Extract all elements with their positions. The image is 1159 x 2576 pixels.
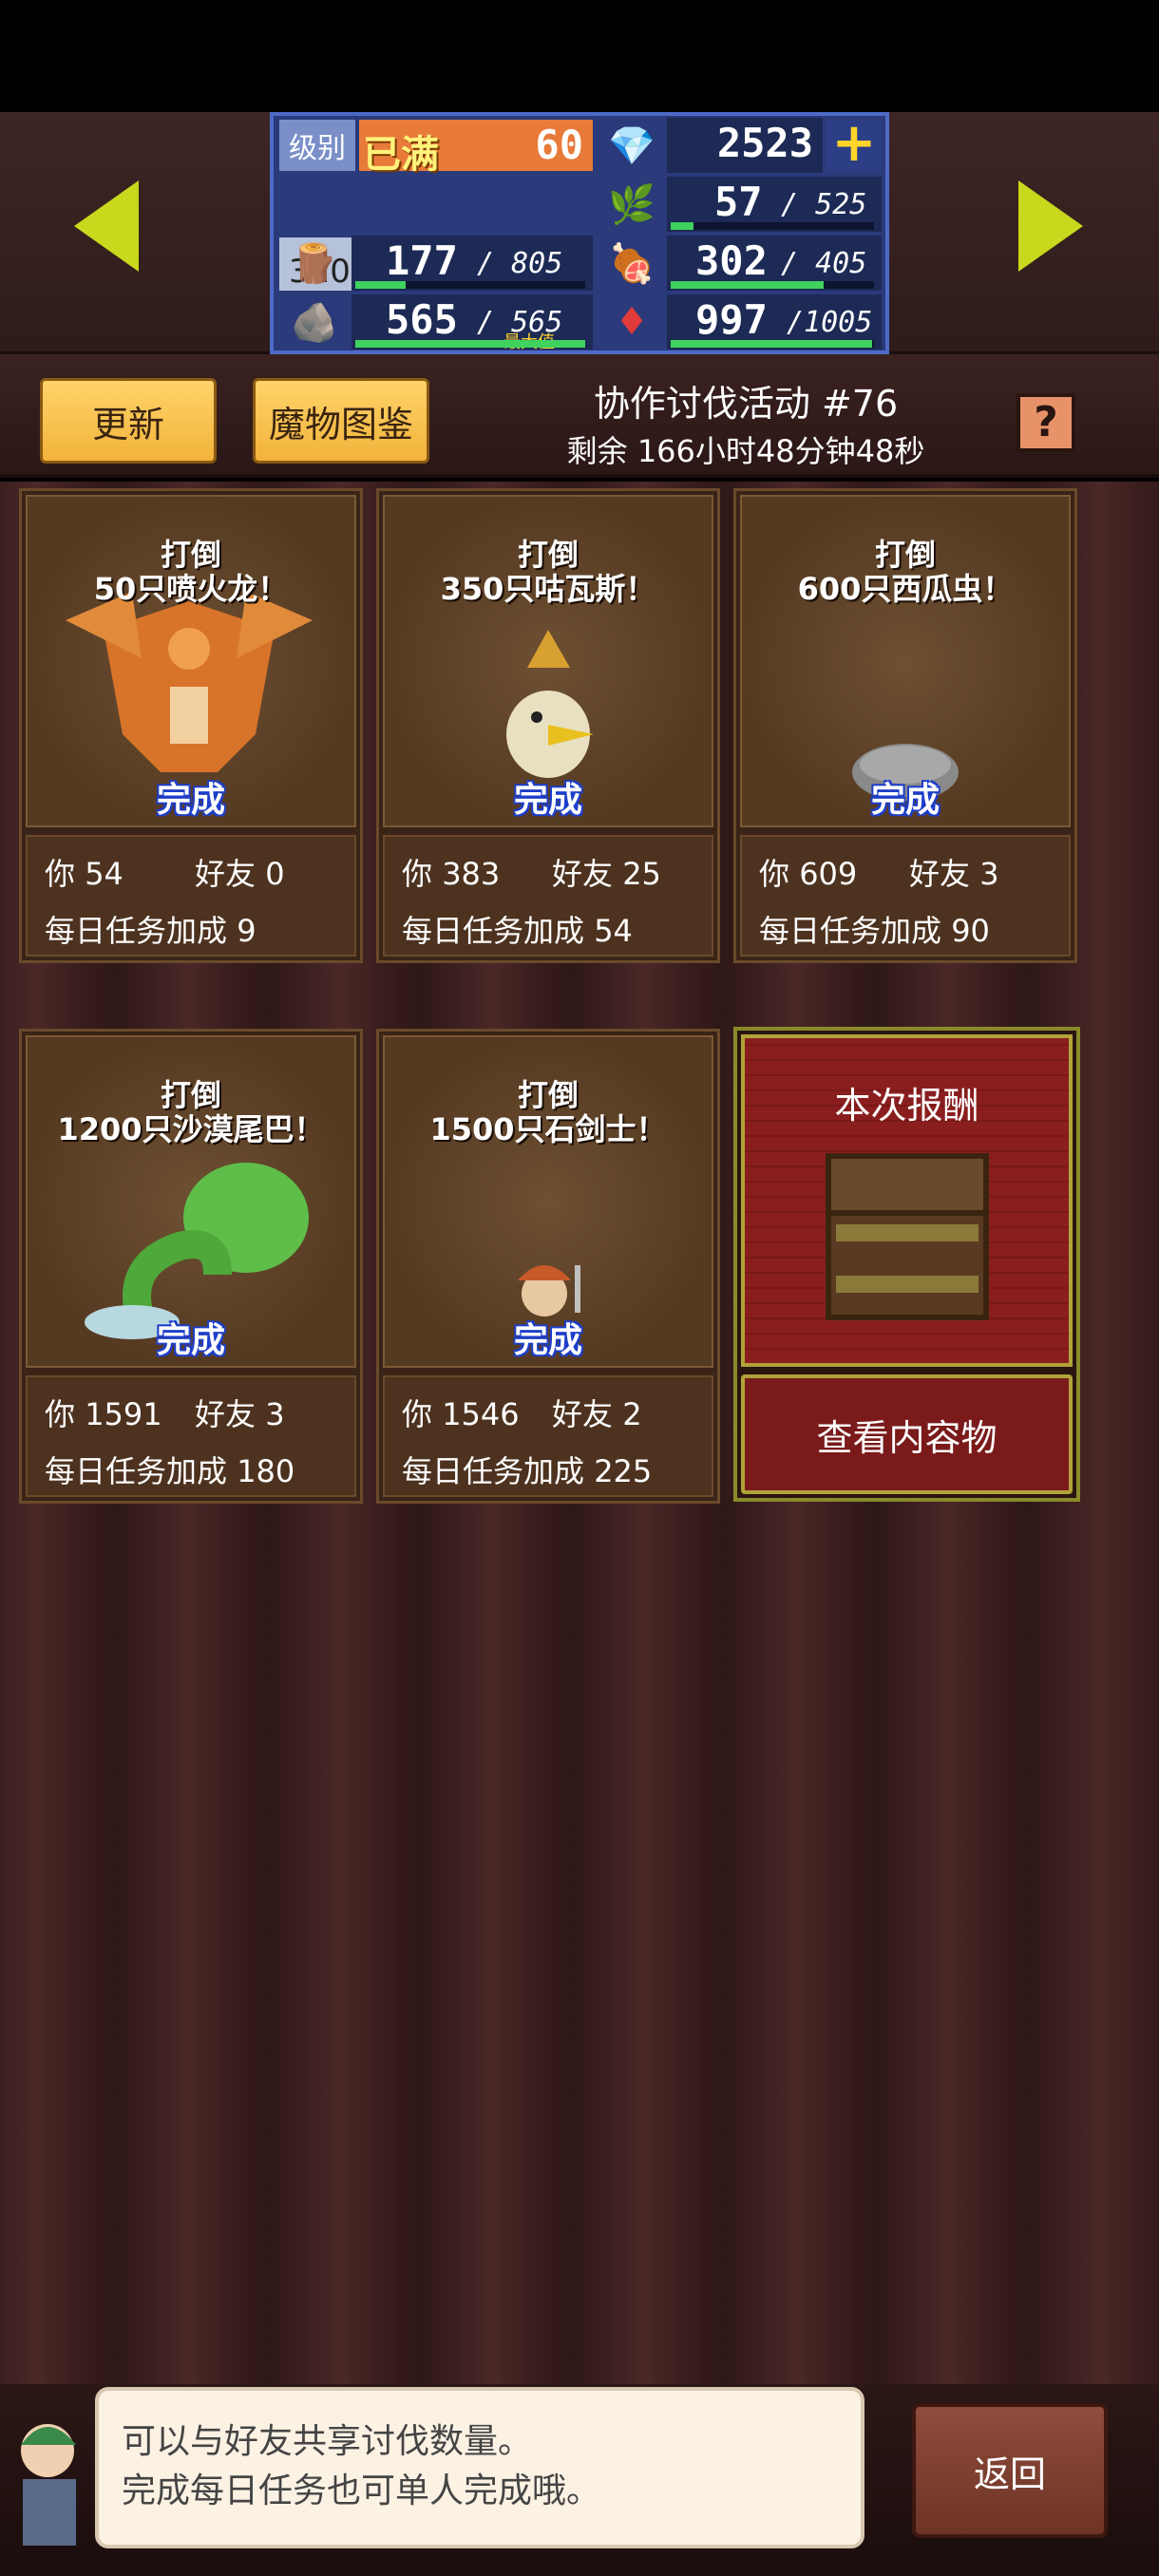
status-bar	[0, 0, 1159, 112]
crystal-icon: ♦	[615, 300, 649, 344]
quest-goal-target: 350只咕瓦斯！	[440, 571, 656, 607]
food-icon: 🍖	[608, 241, 656, 286]
daily-bonus: 每日任务加成 9	[45, 913, 256, 949]
you-count: 你 1591	[45, 1396, 162, 1432]
crystal-cell: 997 /1005	[667, 294, 882, 350]
refresh-button[interactable]: 更新	[40, 378, 217, 464]
prev-arrow-icon[interactable]	[74, 180, 139, 272]
quest-stats: 你 1546 好友 2 每日任务加成 225	[383, 1375, 713, 1497]
daily-bonus: 每日任务加成 54	[402, 913, 633, 949]
daily-bonus: 每日任务加成 90	[759, 913, 990, 949]
friend-count: 好友 25	[552, 856, 661, 892]
crystal-max: /1005	[787, 306, 873, 339]
food-bar-fill	[671, 281, 824, 289]
town-row: 3200混沌城 🌿 57 / 525	[274, 175, 885, 291]
wood-cell: 177 / 805	[352, 236, 593, 291]
grass-icon: 🌿	[608, 182, 656, 227]
quest-status: 完成	[513, 1321, 582, 1360]
crystal-bar-fill	[671, 340, 872, 348]
wood-icon: 🪵	[291, 241, 338, 286]
quest-card-4[interactable]: 打倒 1200只沙漠尾巴！ 完成 你 1591 好友 3 每日任务加成 180	[19, 1029, 363, 1504]
you-count: 你 1546	[402, 1396, 520, 1432]
quest-card-image: 打倒 50只喷火龙！ 完成	[26, 495, 356, 827]
grass-bar-fill	[671, 222, 694, 230]
grass-value: 57	[714, 179, 763, 225]
crystal-bar	[671, 340, 874, 348]
hint-line-2: 完成每日任务也可单人完成哦。	[122, 2472, 601, 2510]
quest-card-1[interactable]: 打倒 50只喷火龙！ 完成 你 54 好友 0 每日任务加成 9	[19, 488, 363, 963]
you-count: 你 609	[759, 856, 858, 892]
quest-status: 完成	[870, 781, 940, 820]
npc-avatar	[21, 2424, 76, 2546]
crystal-value: 997	[695, 296, 768, 343]
diamond-icon: 💎	[608, 123, 656, 168]
grass-max: / 525	[781, 188, 867, 221]
you-count: 你 54	[45, 856, 124, 892]
quest-card-3[interactable]: 打倒 600只西瓜虫！ 完成 你 609 好友 3 每日任务加成 90	[733, 488, 1077, 963]
bestiary-button[interactable]: 魔物图鉴	[253, 378, 429, 464]
food-max: / 405	[781, 247, 867, 280]
quest-status: 完成	[513, 781, 582, 820]
food-value: 302	[695, 237, 768, 284]
grass-cell: 57 / 525	[667, 177, 882, 232]
friend-count: 好友 2	[552, 1396, 642, 1432]
grass-bar	[671, 222, 874, 230]
hint-line-1: 可以与好友共享讨伐数量。	[122, 2422, 533, 2461]
resource-panel: 级别 已满 60 💎 2523 + 3200混沌城 🌿 57 / 525 🪵 1…	[270, 112, 889, 354]
ore-cell: 565 / 565 最大值	[352, 294, 593, 352]
level-max-badge: 已满	[363, 133, 439, 177]
level-row: 级别 已满 60 💎 2523 +	[274, 116, 885, 177]
friend-count: 好友 0	[195, 856, 285, 892]
event-remaining-time: 剩余 166小时48分钟48秒	[566, 433, 925, 469]
daily-bonus: 每日任务加成 225	[402, 1453, 653, 1489]
quest-status: 完成	[156, 1321, 225, 1360]
food-bar	[671, 281, 874, 289]
quest-card-5[interactable]: 打倒 1500只石剑士！ 完成 你 1546 好友 2 每日任务加成 225	[376, 1029, 720, 1504]
reward-chest-panel: 本次报酬	[741, 1034, 1073, 1367]
help-button[interactable]: ?	[1016, 393, 1075, 452]
level-value: 60	[535, 122, 583, 168]
view-contents-button[interactable]: 查看内容物	[741, 1374, 1073, 1494]
gems-value: 2523	[716, 120, 813, 166]
food-cell: 302 / 405	[667, 236, 882, 291]
event-title: 协作讨伐活动 #76	[593, 383, 899, 425]
quest-card-image: 打倒 600只西瓜虫！ 完成	[740, 495, 1071, 827]
quest-card-image: 打倒 1500只石剑士！ 完成	[383, 1035, 713, 1368]
quest-stats: 你 609 好友 3 每日任务加成 90	[740, 835, 1071, 957]
friend-count: 好友 3	[195, 1396, 285, 1432]
next-arrow-icon[interactable]	[1018, 180, 1083, 272]
you-count: 你 383	[402, 856, 501, 892]
ore-crystal-row: 🪨 565 / 565 最大值 ♦ 997 /1005	[274, 293, 885, 352]
quest-goal-target: 50只喷火龙！	[93, 571, 289, 607]
quest-stats: 你 383 好友 25 每日任务加成 54	[383, 835, 713, 957]
quest-goal-target: 1500只石剑士！	[429, 1111, 667, 1147]
level-label: 级别	[279, 120, 355, 171]
add-gems-button[interactable]: +	[826, 117, 882, 171]
treasure-chest-icon	[826, 1153, 989, 1320]
ore-bar	[355, 340, 585, 348]
wood-max: / 805	[477, 247, 563, 280]
hint-bubble: 可以与好友共享讨伐数量。 完成每日任务也可单人完成哦。	[95, 2387, 864, 2548]
gems-cell: 2523	[667, 118, 823, 173]
wood-value: 177	[386, 237, 458, 284]
quest-card-image: 打倒 350只咕瓦斯！ 完成	[383, 495, 713, 827]
level-display: 已满 60	[359, 120, 593, 177]
ore-bar-fill	[355, 340, 585, 348]
quest-goal-target: 1200只沙漠尾巴！	[57, 1111, 325, 1147]
quest-status: 完成	[156, 781, 225, 820]
quest-stats: 你 1591 好友 3 每日任务加成 180	[26, 1375, 356, 1497]
back-button[interactable]: 返回	[912, 2403, 1108, 2538]
wood-bar	[355, 281, 585, 289]
quest-goal-target: 600只西瓜虫！	[797, 571, 1014, 607]
wood-bar-fill	[355, 281, 407, 289]
wood-food-row: 🪵 177 / 805 🍖 302 / 405	[274, 234, 885, 293]
reward-panel: 本次报酬 查看内容物	[733, 1027, 1080, 1502]
quest-card-image: 打倒 1200只沙漠尾巴！ 完成	[26, 1035, 356, 1368]
ore-icon: 🪨	[291, 300, 338, 345]
quest-stats: 你 54 好友 0 每日任务加成 9	[26, 835, 356, 957]
daily-bonus: 每日任务加成 180	[45, 1453, 295, 1489]
quest-card-2[interactable]: 打倒 350只咕瓦斯！ 完成 你 383 好友 25 每日任务加成 54	[376, 488, 720, 963]
ore-value: 565	[386, 296, 458, 343]
friend-count: 好友 3	[909, 856, 999, 892]
